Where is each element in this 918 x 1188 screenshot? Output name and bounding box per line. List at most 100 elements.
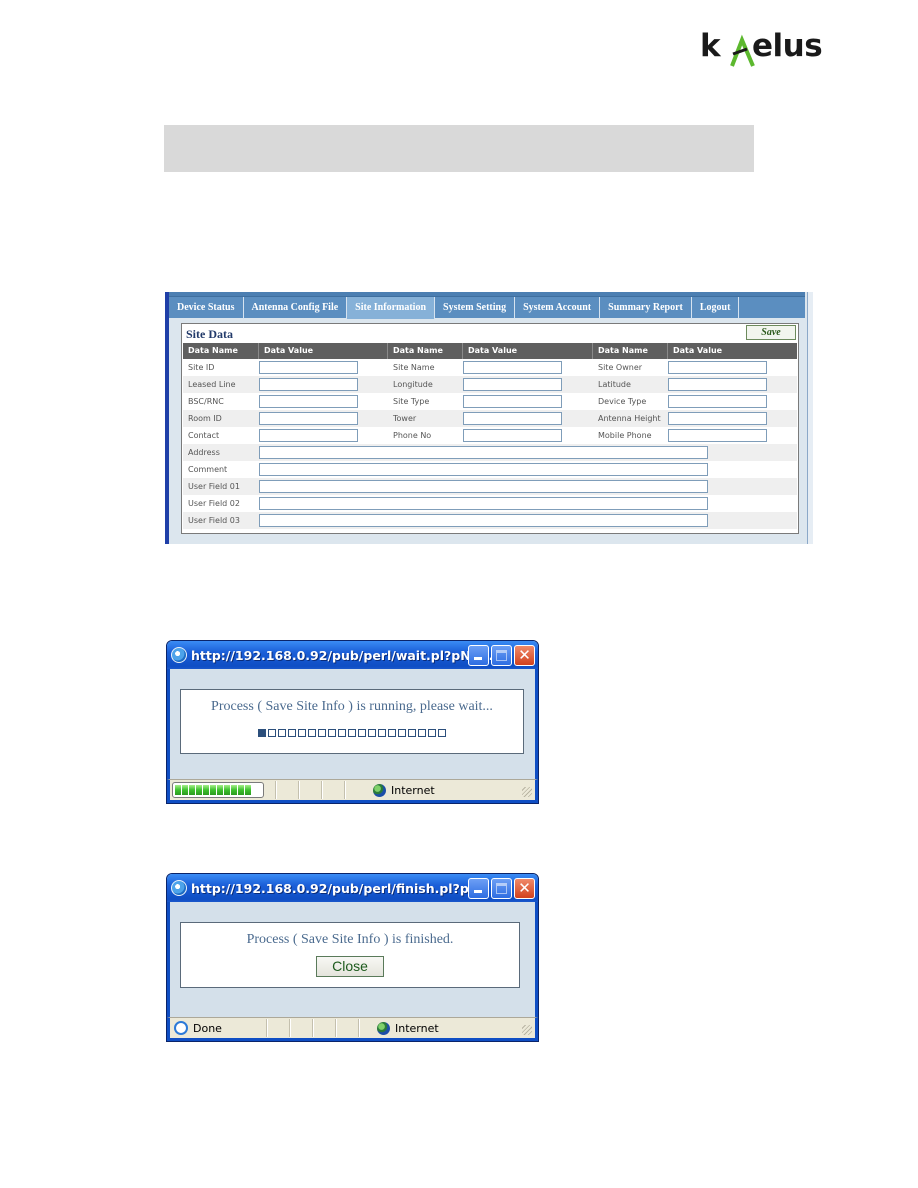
latitude-input[interactable] [668, 378, 767, 391]
gray-banner [164, 125, 754, 172]
close-window-button[interactable]: ✕ [514, 645, 535, 666]
tower-input[interactable] [463, 412, 562, 425]
status-divider [312, 1019, 313, 1037]
save-button[interactable]: Save [746, 325, 796, 340]
tab-site-information[interactable]: Site Information [347, 297, 436, 319]
kaelus-logo: k elus [700, 28, 835, 68]
user-field-02-input[interactable] [259, 497, 708, 510]
contact-input[interactable] [259, 429, 358, 442]
internet-globe-icon [373, 783, 386, 797]
close-icon: ✕ [518, 646, 531, 664]
progress-dot [428, 729, 436, 737]
user-field-01-input[interactable] [259, 480, 708, 493]
site-owner-input[interactable] [668, 361, 767, 374]
resize-grip[interactable] [522, 787, 532, 797]
progress-dot [298, 729, 306, 737]
main-tabbar: Device Status Antenna Config File Site I… [169, 296, 805, 319]
finish-popup-window: http://192.168.0.92/pub/perl/finish.pl?p… [166, 873, 539, 1042]
progress-dot [318, 729, 326, 737]
progress-segment [238, 785, 244, 795]
tab-antenna-config-file[interactable]: Antenna Config File [244, 297, 348, 319]
device-type-input[interactable] [668, 395, 767, 408]
column-header: Data Value [463, 343, 593, 359]
minimize-button[interactable] [468, 645, 489, 666]
table-row: User Field 03 [183, 512, 797, 529]
field-label: Longitude [393, 380, 433, 389]
status-divider [289, 1019, 290, 1037]
status-bar: Internet [167, 779, 538, 803]
internet-globe-icon [377, 1021, 390, 1035]
site-data-table: Site ID Site Name Site Owner Leased Line… [183, 359, 797, 529]
status-divider [266, 1019, 267, 1037]
field-label: Site Owner [598, 363, 643, 372]
field-label: Room ID [188, 414, 222, 423]
tab-device-status[interactable]: Device Status [169, 297, 244, 319]
wait-message: Process ( Save Site Info ) is running, p… [211, 699, 493, 714]
comment-input[interactable] [259, 463, 708, 476]
antenna-height-input[interactable] [668, 412, 767, 425]
field-label: Site Name [393, 363, 435, 372]
progress-dot [418, 729, 426, 737]
progress-dot [368, 729, 376, 737]
window-scroll-edge [807, 292, 813, 544]
leased-line-input[interactable] [259, 378, 358, 391]
close-window-button[interactable]: ✕ [514, 878, 535, 899]
maximize-button[interactable] [491, 878, 512, 899]
address-input[interactable] [259, 446, 708, 459]
progress-dot [328, 729, 336, 737]
field-label: Contact [188, 431, 220, 440]
tab-logout[interactable]: Logout [692, 297, 740, 319]
table-row: BSC/RNC Site Type Device Type [183, 393, 797, 410]
column-header: Data Value [259, 343, 388, 359]
field-label: Tower [393, 414, 417, 423]
wait-popup-window: http://192.168.0.92/pub/perl/wait.pl?pNa… [166, 640, 539, 804]
progress-segment [217, 785, 223, 795]
progress-segment [182, 785, 188, 795]
user-field-03-input[interactable] [259, 514, 708, 527]
status-divider [275, 781, 276, 799]
tab-system-setting[interactable]: System Setting [435, 297, 516, 319]
maximize-icon [496, 883, 507, 894]
finish-message: Process ( Save Site Info ) is finished. [246, 932, 454, 947]
column-header: Data Name [388, 343, 463, 359]
longitude-input[interactable] [463, 378, 562, 391]
window-controls: ✕ [468, 878, 535, 899]
bsc-rnc-input[interactable] [259, 395, 358, 408]
field-label: User Field 02 [183, 495, 259, 512]
site-information-screenshot: Device Status Antenna Config File Site I… [165, 292, 813, 544]
progress-segment [203, 785, 209, 795]
security-zone: Internet [395, 1021, 439, 1035]
field-label: Mobile Phone [598, 431, 652, 440]
site-data-panel: Site Data Save Data Name Data Value Data… [181, 323, 799, 534]
close-button[interactable]: Close [316, 956, 384, 977]
room-id-input[interactable] [259, 412, 358, 425]
logo-k: k [700, 28, 721, 64]
table-row: Comment [183, 461, 797, 478]
tab-summary-report[interactable]: Summary Report [600, 297, 692, 319]
tab-system-account[interactable]: System Account [515, 297, 601, 319]
resize-grip[interactable] [522, 1025, 532, 1035]
minimize-button[interactable] [468, 878, 489, 899]
table-row: Contact Phone No Mobile Phone [183, 427, 797, 444]
row-filler [708, 444, 797, 461]
finish-window-titlebar[interactable]: http://192.168.0.92/pub/perl/finish.pl?p… [167, 874, 538, 902]
row-filler [708, 478, 797, 495]
maximize-button[interactable] [491, 645, 512, 666]
site-id-input[interactable] [259, 361, 358, 374]
phone-no-input[interactable] [463, 429, 562, 442]
table-header: Data Name Data Value Data Name Data Valu… [183, 343, 797, 359]
site-name-input[interactable] [463, 361, 562, 374]
field-label: Leased Line [188, 380, 236, 389]
field-label: Antenna Height [598, 414, 661, 423]
loading-progress-bar [172, 782, 264, 798]
progress-segment [224, 785, 230, 795]
mobile-phone-input[interactable] [668, 429, 767, 442]
status-divider [335, 1019, 336, 1037]
progress-dot [288, 729, 296, 737]
table-row: User Field 01 [183, 478, 797, 495]
window-title: http://192.168.0.92/pub/perl/finish.pl?p… [191, 880, 484, 896]
wait-window-titlebar[interactable]: http://192.168.0.92/pub/perl/wait.pl?pNa… [167, 641, 538, 669]
field-label: User Field 01 [183, 478, 259, 495]
site-type-input[interactable] [463, 395, 562, 408]
column-header: Data Name [183, 343, 259, 359]
